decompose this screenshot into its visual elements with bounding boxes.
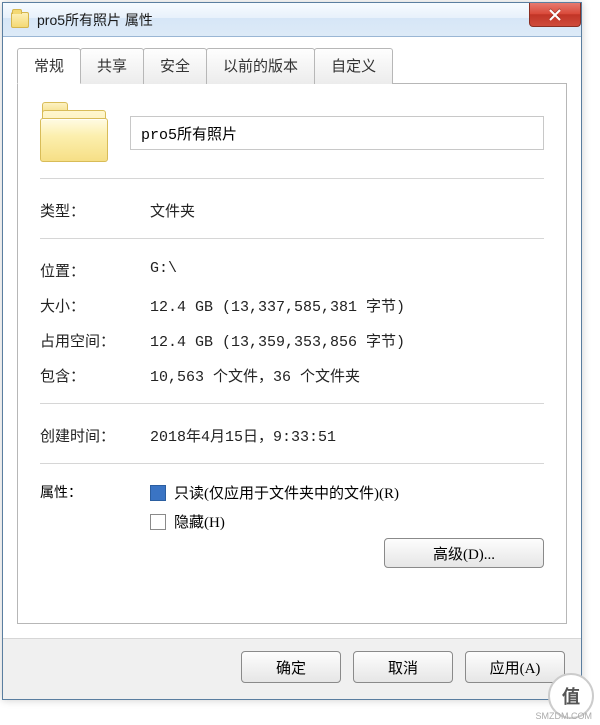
properties-dialog: pro5所有照片 属性 常规 共享 安全 以前的版本 自定义 类型： [2,2,582,700]
dialog-body: 常规 共享 安全 以前的版本 自定义 类型： 文件夹 位置： G:\ [3,37,581,638]
value-created: 2018年4月15日，9:33:51 [150,425,544,446]
label-location: 位置： [40,260,150,281]
folder-name-input[interactable] [130,116,544,150]
tab-security[interactable]: 安全 [143,48,207,84]
tab-customize[interactable]: 自定义 [314,48,393,84]
tab-general[interactable]: 常规 [17,48,81,84]
tab-previous-versions[interactable]: 以前的版本 [206,48,315,84]
label-attributes: 属性： [40,478,150,568]
readonly-label: 只读(仅应用于文件夹中的文件)(R) [174,482,399,503]
advanced-button[interactable]: 高级(D)... [384,538,544,568]
value-location: G:\ [150,260,544,281]
separator [40,178,544,179]
label-type: 类型： [40,200,150,221]
watermark-text: SMZDM.COM [536,711,593,721]
tab-strip: 常规 共享 安全 以前的版本 自定义 [17,47,567,84]
titlebar[interactable]: pro5所有照片 属性 [3,3,581,37]
dialog-footer: 确定 取消 应用(A) [3,638,581,699]
value-size: 12.4 GB (13,337,585,381 字节) [150,295,544,316]
close-button[interactable] [529,3,581,27]
separator [40,403,544,404]
folder-icon [11,12,29,28]
ok-button[interactable]: 确定 [241,651,341,683]
hidden-label: 隐藏(H) [174,511,225,532]
general-panel: 类型： 文件夹 位置： G:\ 大小： 12.4 GB (13,337,585,… [17,84,567,624]
label-size: 大小： [40,295,150,316]
hidden-checkbox[interactable] [150,514,166,530]
cancel-button[interactable]: 取消 [353,651,453,683]
close-icon [549,9,561,21]
label-contains: 包含： [40,365,150,386]
value-contains: 10,563 个文件，36 个文件夹 [150,365,544,386]
value-size-on-disk: 12.4 GB (13,359,353,856 字节) [150,330,544,351]
label-created: 创建时间： [40,425,150,446]
separator [40,238,544,239]
readonly-checkbox[interactable] [150,485,166,501]
folder-large-icon [40,104,110,162]
value-type: 文件夹 [150,200,544,221]
watermark: 值 SMZDM.COM [548,673,594,719]
window-title: pro5所有照片 属性 [37,10,153,30]
separator [40,463,544,464]
tab-sharing[interactable]: 共享 [80,48,144,84]
label-size-on-disk: 占用空间： [40,330,150,351]
